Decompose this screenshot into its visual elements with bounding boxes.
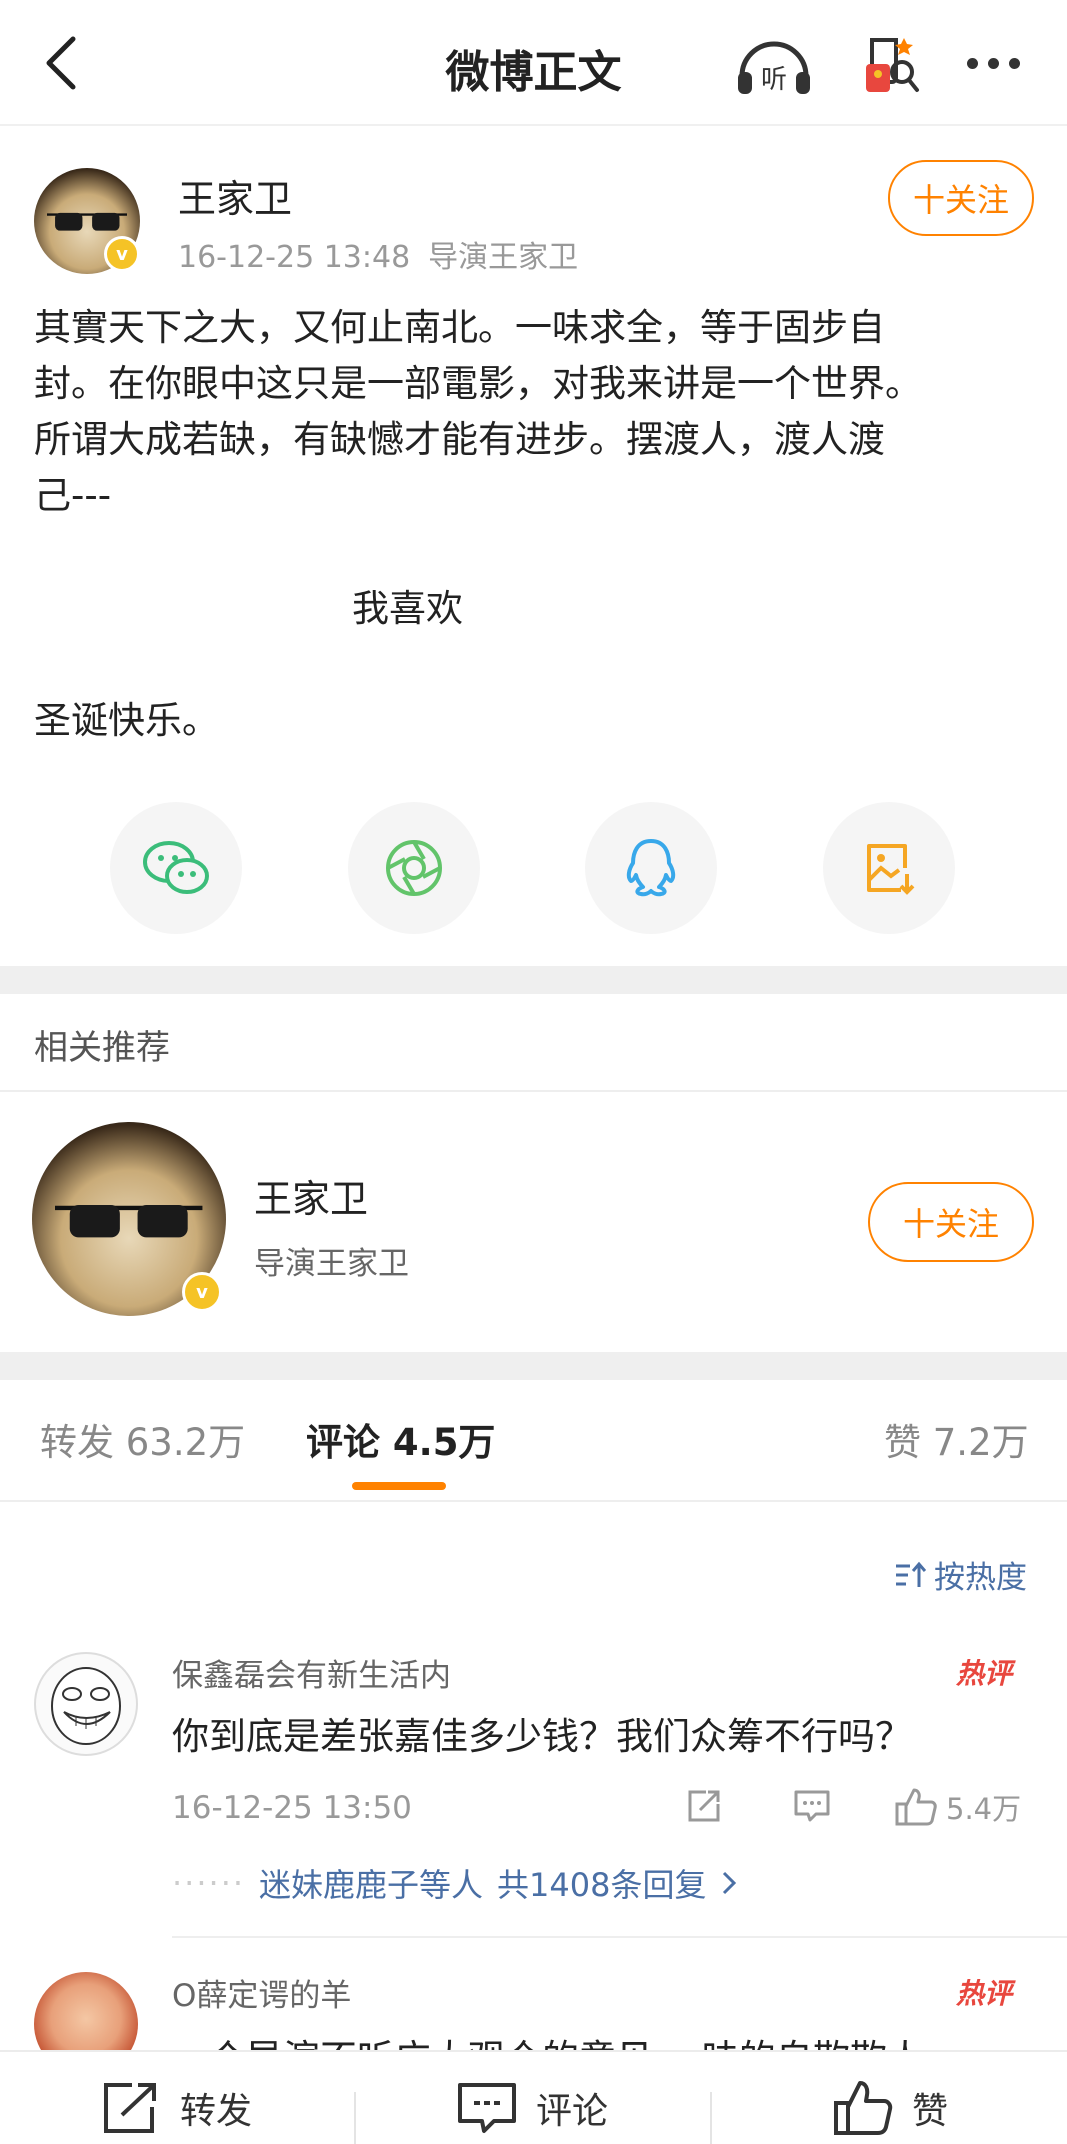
like-button[interactable]: 赞 xyxy=(832,2070,948,2144)
red-packet-icon xyxy=(866,38,919,92)
like-label: 赞 xyxy=(912,2091,949,2132)
verified-badge-icon: v xyxy=(104,236,140,272)
qq-icon xyxy=(626,839,676,897)
comment-icon xyxy=(794,1790,830,1822)
comment-repost-button[interactable] xyxy=(684,1786,724,1826)
more-button[interactable] xyxy=(958,38,1028,88)
divider xyxy=(0,1500,1067,1502)
wechat-icon xyxy=(143,841,209,894)
section-gap xyxy=(0,966,1067,994)
svg-text:听: 听 xyxy=(761,65,787,95)
thumbs-up-icon xyxy=(834,2081,893,2135)
repost-button[interactable]: 转发 xyxy=(100,2070,252,2144)
reply-users: 迷妹鹿鹿子等人 xyxy=(259,1866,484,1904)
tab-like-count: 7.2万 xyxy=(932,1421,1029,1464)
more-dot-icon xyxy=(1008,57,1020,69)
sunglasses-image xyxy=(55,1204,203,1238)
comment-text: 你到底是差张嘉佳多少钱？我们众筹不行吗？ xyxy=(172,1715,912,1758)
related-follow-button[interactable]: 十关注 xyxy=(868,1182,1034,1262)
moments-icon xyxy=(386,840,442,896)
tab-repost-count: 63.2万 xyxy=(125,1421,246,1464)
related-title: 相关推荐 xyxy=(34,1028,170,1068)
meme-face-image xyxy=(51,1667,121,1745)
related-desc: 导演王家卫 xyxy=(254,1246,409,1282)
comment-label: 评论 xyxy=(536,2091,609,2132)
comment-like-count: 5.4万 xyxy=(946,1792,1022,1826)
reply-count: 共1408条回复 xyxy=(497,1866,707,1904)
comment-icon xyxy=(458,2083,516,2133)
share-icon xyxy=(688,1790,720,1822)
comment-avatar[interactable] xyxy=(34,1652,138,1756)
comment-reply-button[interactable] xyxy=(792,1786,832,1826)
hot-comment-badge: 热评 xyxy=(956,1657,1013,1690)
sort-label: 按热度 xyxy=(934,1560,1027,1596)
post-center-line: 我喜欢 xyxy=(352,587,463,630)
tab-like[interactable]: 赞 7.2万 xyxy=(884,1412,1029,1466)
bottom-action-bar: 转发 评论 赞 xyxy=(0,2050,1067,2144)
repost-label: 转发 xyxy=(180,2091,253,2132)
hot-comment-badge: 热评 xyxy=(956,1977,1013,2010)
chevron-right-icon xyxy=(722,1871,736,1895)
post-source: 导演王家卫 xyxy=(428,240,579,275)
divider xyxy=(172,1936,1067,1938)
share-icon xyxy=(104,2083,156,2133)
tab-active-indicator xyxy=(352,1482,446,1490)
thumbs-up-icon xyxy=(895,1788,937,1826)
more-dot-icon xyxy=(987,57,999,69)
comment-username[interactable]: O薛定谔的羊 xyxy=(172,1970,351,2015)
verified-badge-icon: v xyxy=(182,1272,222,1312)
comment-like-button[interactable]: 5.4万 xyxy=(894,1786,1021,1828)
divider xyxy=(0,1090,1067,1092)
headphones-icon: 听 xyxy=(738,41,810,95)
comment-replies-link[interactable]: ······ 迷妹鹿鹿子等人 共1408条回复 xyxy=(172,1860,737,1906)
top-bar: 微博正文 听 xyxy=(0,0,1067,126)
post-time: 16-12-25 13:48 xyxy=(178,240,411,275)
share-moments-button[interactable] xyxy=(348,802,480,934)
comment-button[interactable]: 评论 xyxy=(456,2070,608,2144)
share-wechat-button[interactable] xyxy=(110,802,242,934)
post-body: 其實天下之大，又何止南北。一味求全，等于固步自 封。在你眼中这只是一部電影，对我… xyxy=(34,306,922,517)
share-row xyxy=(0,802,1067,934)
follow-button[interactable]: 十关注 xyxy=(888,160,1034,236)
post-meta: 16-12-25 13:48 导演王家卫 xyxy=(178,232,578,276)
save-image-button[interactable] xyxy=(823,802,955,934)
tab-comment-label: 评论 xyxy=(306,1421,380,1464)
tab-repost[interactable]: 转发 63.2万 xyxy=(40,1412,245,1466)
tab-repost-label: 转发 xyxy=(40,1421,114,1464)
tab-comment-count: 4.5万 xyxy=(392,1421,496,1464)
more-dot-icon xyxy=(966,57,978,69)
red-packet-button[interactable] xyxy=(852,30,922,100)
listen-button[interactable]: 听 xyxy=(734,30,814,100)
tab-like-label: 赞 xyxy=(884,1421,921,1464)
tab-comment[interactable]: 评论 4.5万 xyxy=(306,1412,495,1466)
comment-time: 16-12-25 13:50 xyxy=(172,1790,412,1826)
section-gap xyxy=(0,1352,1067,1380)
author-name[interactable]: 王家卫 xyxy=(178,168,292,223)
sort-button[interactable]: 按热度 xyxy=(894,1552,1027,1597)
divider xyxy=(354,2092,356,2144)
related-name[interactable]: 王家卫 xyxy=(254,1168,368,1223)
save-image-icon xyxy=(867,844,915,895)
dots-icon: ······ xyxy=(172,1864,246,1902)
post-closing-line: 圣诞快乐。 xyxy=(34,699,219,742)
share-qq-button[interactable] xyxy=(585,802,717,934)
divider xyxy=(710,2092,712,2144)
comment-username[interactable]: 保鑫磊会有新生活内 xyxy=(172,1650,451,1695)
sort-icon xyxy=(896,1561,926,1587)
sunglasses-image xyxy=(46,213,128,231)
